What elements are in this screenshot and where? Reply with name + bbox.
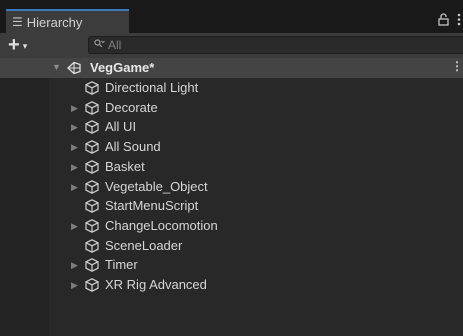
expand-arrow-icon[interactable]: ▶: [71, 142, 78, 153]
scene-row[interactable]: ▼ VegGame* ⋮: [0, 58, 463, 78]
item-label: All Sound: [105, 139, 161, 155]
expand-arrow-icon[interactable]: ▶: [71, 182, 78, 193]
unity-scene-icon: [66, 60, 82, 76]
gameobject-cube-icon: [84, 198, 100, 214]
gameobject-cube-icon: [84, 238, 100, 254]
hierarchy-item[interactable]: ▶ All Sound: [0, 137, 463, 157]
hierarchy-item[interactable]: ▶ Basket: [0, 157, 463, 177]
search-icon: [94, 39, 105, 51]
item-label: Directional Light: [105, 80, 199, 95]
search-input[interactable]: [108, 38, 408, 52]
window-top-edge: [0, 0, 463, 9]
expand-arrow-icon[interactable]: ▶: [71, 162, 78, 173]
expand-arrow-icon[interactable]: ▶: [71, 260, 78, 271]
item-label: Vegetable_Object: [105, 178, 208, 194]
list-icon: ☰: [12, 15, 23, 29]
hierarchy-item[interactable]: ▶ ChangeLocomotion: [0, 216, 463, 236]
gameobject-cube-icon: [84, 257, 100, 273]
hierarchy-item[interactable]: StartMenuScript: [0, 196, 463, 216]
expand-arrow-icon[interactable]: ▶: [71, 221, 78, 232]
expand-arrow-icon[interactable]: ▼: [52, 62, 61, 72]
tab-hierarchy[interactable]: ☰ Hierarchy: [6, 9, 129, 33]
item-label: ChangeLocomotion: [105, 217, 218, 233]
item-label: All UI: [105, 119, 137, 135]
scene-name: VegGame*: [90, 60, 155, 75]
tab-label: Hierarchy: [26, 14, 83, 30]
item-label: Timer: [105, 257, 138, 273]
gameobject-cube-icon: [84, 218, 100, 234]
gameobject-cube-icon: [84, 159, 100, 175]
hierarchy-item[interactable]: ▶ All UI: [0, 117, 463, 137]
item-label: Decorate: [105, 99, 158, 115]
gameobject-cube-icon: [84, 119, 100, 135]
hierarchy-item[interactable]: Directional Light: [0, 78, 463, 98]
tab-actions: [438, 13, 461, 29]
scene-menu-icon[interactable]: ⋮: [451, 59, 463, 73]
hierarchy-item[interactable]: ▶ XR Rig Advanced: [0, 275, 463, 295]
gameobject-cube-icon: [84, 139, 100, 155]
hierarchy-item[interactable]: SceneLoader: [0, 236, 463, 256]
vertical-dots-icon[interactable]: [457, 13, 461, 29]
gameobject-cube-icon: [84, 179, 100, 195]
item-label: StartMenuScript: [105, 198, 199, 214]
hierarchy-item[interactable]: ▶ Decorate: [0, 98, 463, 118]
tab-bar: ☰ Hierarchy: [0, 9, 463, 33]
plus-icon: +: [8, 34, 20, 56]
hierarchy-item[interactable]: ▶ Vegetable_Object: [0, 177, 463, 197]
add-button[interactable]: + ▾: [8, 35, 27, 55]
expand-arrow-icon[interactable]: ▶: [71, 103, 78, 114]
hierarchy-tree: ▼ VegGame* ⋮ Directional Light ▶ Decorate ▶…: [0, 58, 463, 336]
hierarchy-window: ☰ Hierarchy + ▾ All ▼ VegGame* ⋮ Directi…: [0, 0, 463, 336]
gameobject-cube-icon: [84, 80, 100, 96]
item-label: SceneLoader: [105, 237, 183, 253]
gameobject-cube-icon: [84, 277, 100, 293]
item-label: Basket: [105, 158, 145, 174]
item-label: XR Rig Advanced: [105, 277, 207, 292]
expand-arrow-icon[interactable]: ▶: [71, 122, 78, 133]
hierarchy-item[interactable]: ▶ Timer: [0, 255, 463, 275]
search-box[interactable]: [88, 36, 463, 54]
hierarchy-toolbar: + ▾: [0, 33, 463, 59]
expand-arrow-icon[interactable]: ▶: [71, 280, 78, 291]
chevron-down-icon: ▾: [22, 40, 28, 51]
lock-icon[interactable]: [438, 13, 449, 29]
gameobject-cube-icon: [84, 100, 100, 116]
